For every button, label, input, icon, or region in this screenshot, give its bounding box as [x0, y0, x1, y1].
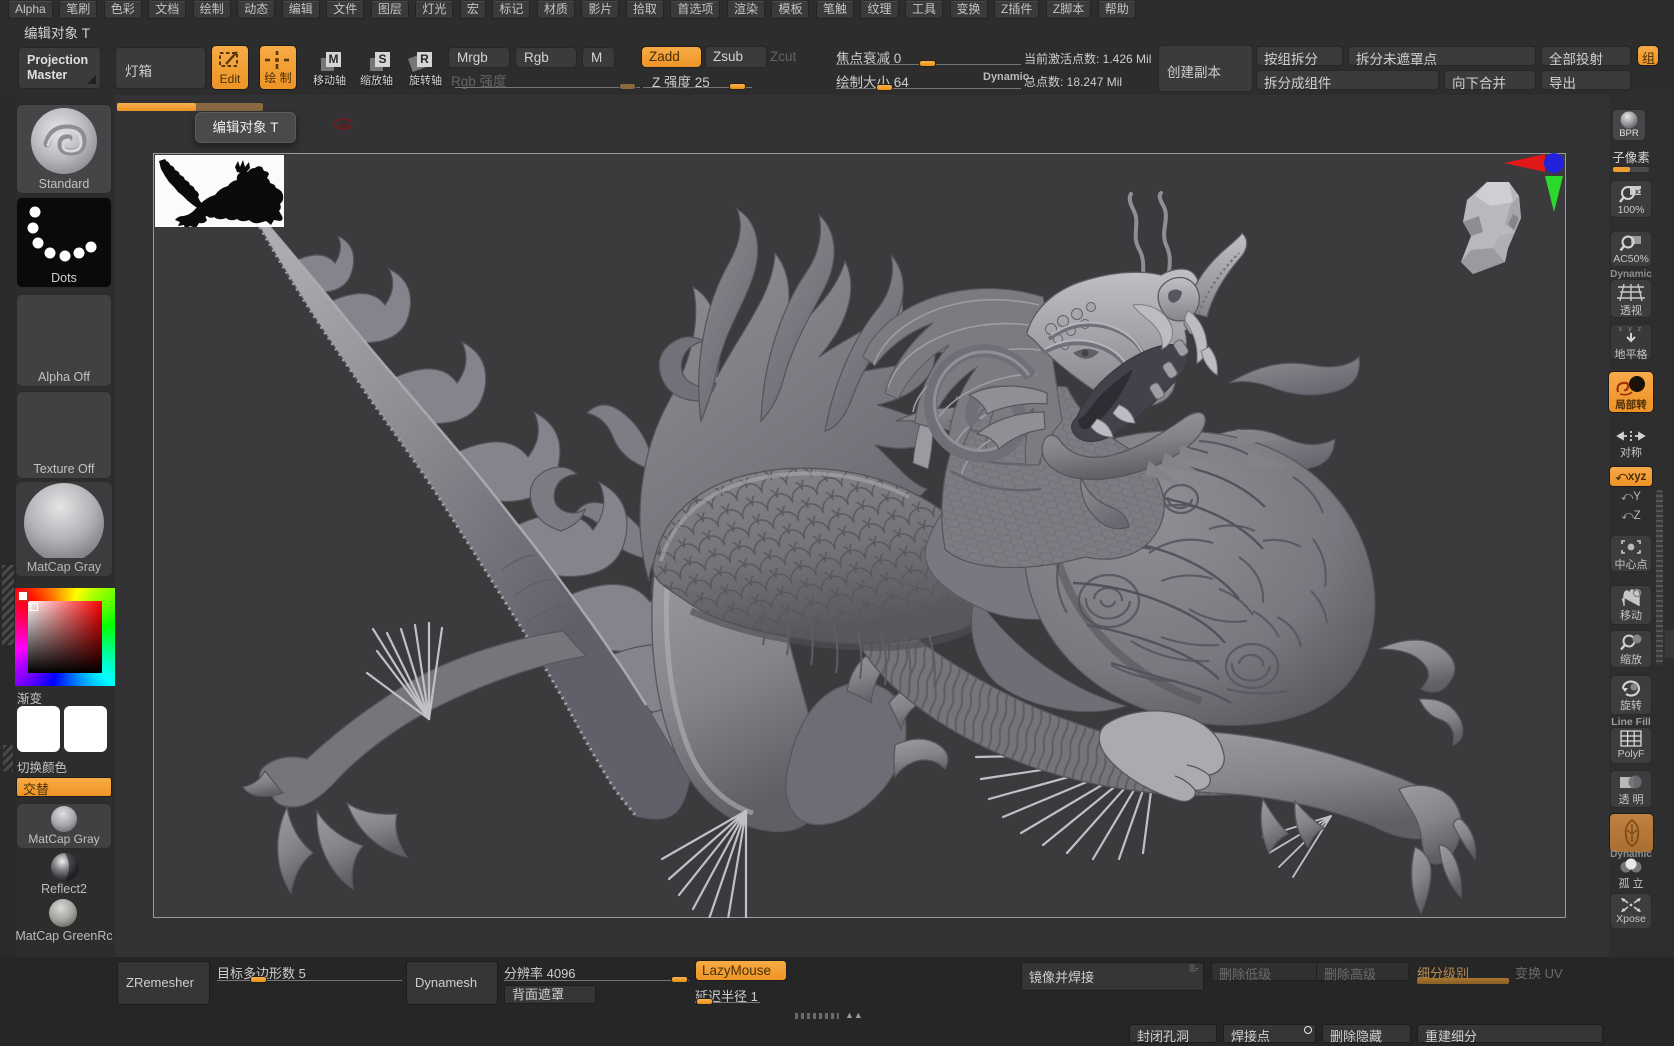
- svg-text:x1: x1: [1635, 189, 1643, 196]
